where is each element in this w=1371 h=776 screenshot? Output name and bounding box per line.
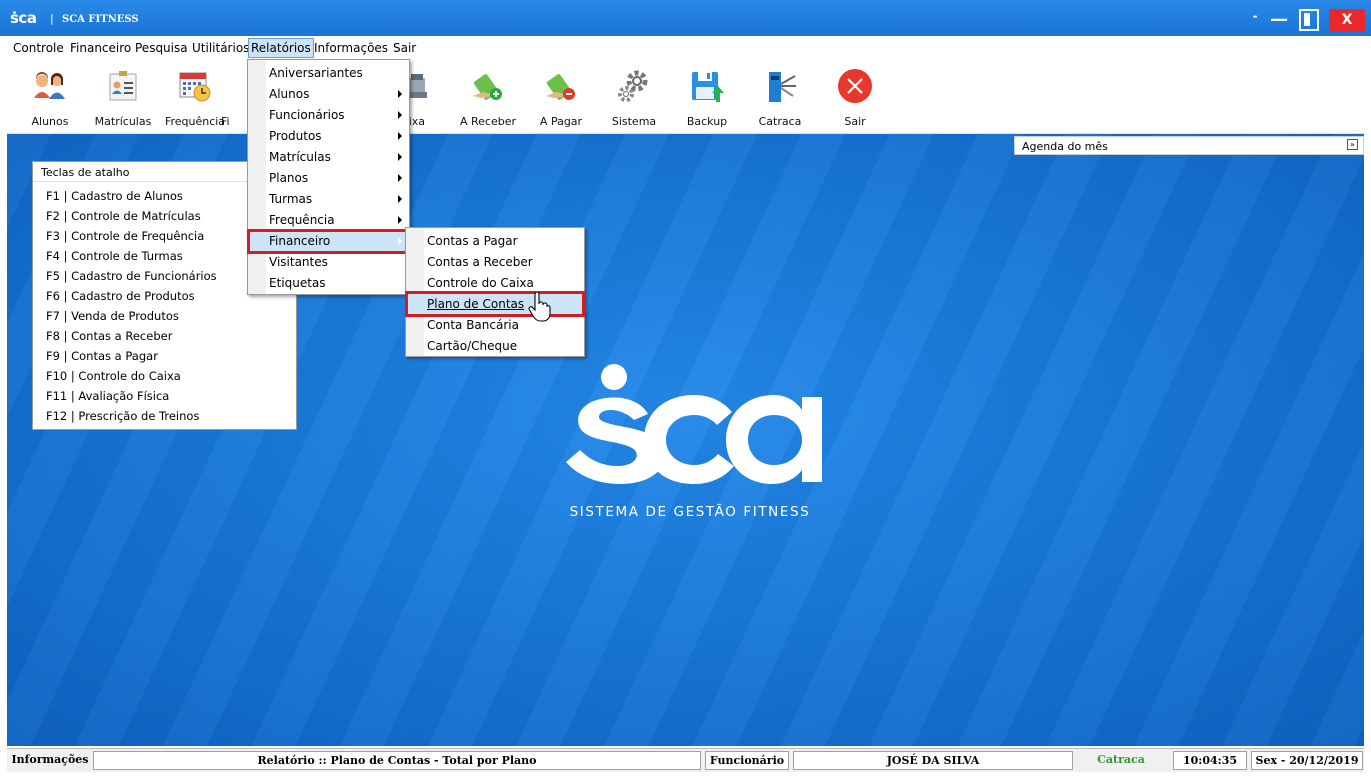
calendar-clock-icon xyxy=(177,68,213,104)
shortcut-item: F11 | Avaliação Física xyxy=(46,389,170,403)
menu-item-financeiro[interactable]: Financeiro xyxy=(247,229,409,254)
menu-sair[interactable]: Sair xyxy=(393,41,416,55)
menu-item-conta-bancaria[interactable]: Conta Bancária xyxy=(408,315,582,336)
menu-item-produtos[interactable]: Produtos xyxy=(250,126,407,147)
submenu-arrow-icon xyxy=(398,90,402,98)
toolbar-catraca[interactable]: Catraca xyxy=(744,68,816,128)
toolbar-sair[interactable]: Sair xyxy=(819,68,891,128)
submenu-arrow-icon xyxy=(398,195,402,203)
shortcut-item: F6 | Cadastro de Produtos xyxy=(46,289,195,303)
menu-item-cartao-cheque[interactable]: Cartão/Cheque xyxy=(408,336,582,357)
toolbar-a-pagar[interactable]: A Pagar xyxy=(525,68,597,128)
agenda-panel[interactable]: Agenda do mês » xyxy=(1014,136,1364,155)
gears-icon xyxy=(616,68,652,104)
toolbar-sistema[interactable]: Sistema xyxy=(598,68,670,128)
toolbar-matriculas[interactable]: Matrículas xyxy=(87,68,159,128)
relatorios-dropdown: Aniversariantes Alunos Funcionários Prod… xyxy=(247,59,410,295)
submenu-arrow-icon xyxy=(398,153,402,161)
menu-financeiro[interactable]: Financeiro xyxy=(70,41,131,55)
hand-cursor-icon xyxy=(528,291,552,322)
window-title: SCA FITNESS xyxy=(62,14,139,25)
maximize-button[interactable] xyxy=(1299,9,1319,31)
menu-item-plano-de-contas[interactable]: Plano de Contas xyxy=(405,291,585,317)
exit-icon xyxy=(837,68,873,104)
payable-icon xyxy=(543,68,579,104)
status-info: Relatório :: Plano de Contas - Total por… xyxy=(93,751,701,770)
menu-item-contas-a-pagar[interactable]: Contas a Pagar xyxy=(408,231,582,252)
menu-item-visitantes[interactable]: Visitantes xyxy=(250,252,407,273)
status-label-informacoes: Informações xyxy=(11,753,89,766)
menu-item-matriculas[interactable]: Matrículas xyxy=(250,147,407,168)
shortcut-item: F7 | Venda de Produtos xyxy=(46,309,179,323)
submenu-arrow-icon xyxy=(398,132,402,140)
menu-informacoes[interactable]: Informações xyxy=(314,41,388,55)
menu-item-planos[interactable]: Planos xyxy=(250,168,407,189)
menu-item-controle-do-caixa[interactable]: Controle do Caixa xyxy=(408,273,582,294)
menu-item-aniversariantes[interactable]: Aniversariantes xyxy=(250,63,407,84)
menu-item-etiquetas[interactable]: Etiquetas xyxy=(250,273,407,294)
shortcut-item: F3 | Controle de Frequência xyxy=(46,229,205,243)
app-logo: ṡca xyxy=(10,9,37,27)
close-button[interactable]: X xyxy=(1329,9,1365,31)
menu-controle[interactable]: Controle xyxy=(13,41,64,55)
menu-utilitarios[interactable]: Utilitários xyxy=(192,41,249,55)
turnstile-icon xyxy=(762,68,798,104)
menu-item-funcionarios[interactable]: Funcionários xyxy=(250,105,407,126)
brand-tagline: SISTEMA DE GESTÃO FITNESS xyxy=(569,504,811,520)
floppy-backup-icon xyxy=(689,68,725,104)
submenu-arrow-icon xyxy=(398,111,402,119)
submenu-arrow-icon xyxy=(398,237,402,245)
shortcut-item: F4 | Controle de Turmas xyxy=(46,249,183,263)
menu-item-turmas[interactable]: Turmas xyxy=(250,189,407,210)
shortcut-item: F2 | Controle de Matrículas xyxy=(46,209,201,223)
toolbar-a-receber[interactable]: A Receber xyxy=(452,68,524,128)
minimize-button[interactable]: — xyxy=(1268,9,1290,31)
menu-item-contas-a-receber[interactable]: Contas a Receber xyxy=(408,252,582,273)
title-separator: | xyxy=(50,12,54,25)
toolbar-backup[interactable]: Backup xyxy=(671,68,743,128)
shortcut-item: F9 | Contas a Pagar xyxy=(46,349,158,363)
maximize-icon xyxy=(1304,13,1310,26)
status-catraca[interactable]: Catraca xyxy=(1077,751,1165,770)
shortcut-item: F8 | Contas a Receber xyxy=(46,329,173,343)
agenda-title: Agenda do mês xyxy=(1022,140,1108,153)
status-label-funcionario: Funcionário xyxy=(705,751,789,770)
submenu-arrow-icon xyxy=(398,174,402,182)
menu-bar: Controle Financeiro Pesquisa Utilitários… xyxy=(7,38,1364,58)
shortcut-item: F12 | Prescrição de Treinos xyxy=(46,409,200,423)
financeiro-submenu: Contas a Pagar Contas a Receber Controle… xyxy=(405,227,585,357)
shortcut-item: F1 | Cadastro de Alunos xyxy=(46,189,183,203)
collapse-chevron-icon[interactable]: » xyxy=(1347,139,1358,150)
toolbar: Alunos Matrículas Frequência Fi aixa A R… xyxy=(7,58,1364,134)
receivable-icon xyxy=(470,68,506,104)
status-bar: Informações Relatório :: Plano de Contas… xyxy=(7,748,1364,772)
menu-item-frequencia[interactable]: Frequência xyxy=(250,210,407,231)
brand-logo xyxy=(560,362,824,492)
shortcut-item: F10 | Controle do Caixa xyxy=(46,369,181,383)
toolbar-alunos[interactable]: Alunos xyxy=(14,68,86,128)
students-icon xyxy=(32,68,68,104)
submenu-arrow-icon xyxy=(398,216,402,224)
menu-item-alunos[interactable]: Alunos xyxy=(250,84,407,105)
brand-logo-graphic xyxy=(566,364,822,484)
menu-dash-button[interactable]: - xyxy=(1248,9,1262,31)
shortcuts-list: F1 | Cadastro de Alunos F2 | Controle de… xyxy=(46,189,217,429)
shortcut-item: F5 | Cadastro de Funcionários xyxy=(46,269,217,283)
status-date: Sex - 20/12/2019 xyxy=(1251,751,1363,770)
title-bar: ṡca | SCA FITNESS - — X xyxy=(0,0,1371,36)
menu-relatorios[interactable]: Relatórios xyxy=(248,38,314,58)
enrollment-icon xyxy=(105,68,141,104)
cash-register-icon xyxy=(407,68,427,104)
status-user: JOSÉ DA SILVA xyxy=(793,751,1073,770)
status-time: 10:04:35 xyxy=(1173,751,1247,770)
menu-pesquisa[interactable]: Pesquisa xyxy=(135,41,188,55)
